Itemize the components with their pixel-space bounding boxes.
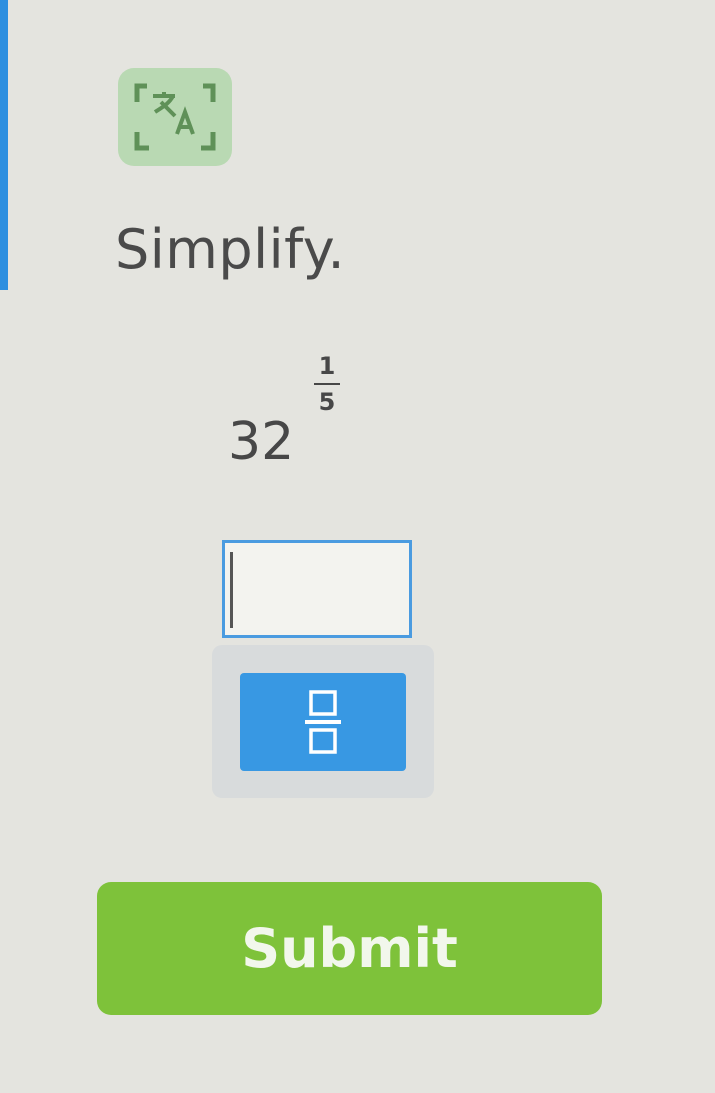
expression-base: 32 <box>228 412 295 472</box>
question-prompt: Simplify. <box>115 218 346 281</box>
math-keypad <box>212 645 434 798</box>
fraction-button[interactable] <box>240 673 406 771</box>
text-caret <box>230 552 233 628</box>
answer-input[interactable] <box>222 540 412 638</box>
translate-icon <box>134 83 216 151</box>
translate-button[interactable] <box>118 68 232 166</box>
fraction-template-icon <box>305 690 341 754</box>
expression-exponent: 1 5 <box>312 352 342 416</box>
submit-button[interactable]: Submit <box>97 882 602 1015</box>
exponent-denominator: 5 <box>318 388 336 416</box>
exponent-numerator: 1 <box>318 352 336 380</box>
fraction-bar <box>314 383 340 385</box>
left-edge-accent <box>0 0 8 290</box>
